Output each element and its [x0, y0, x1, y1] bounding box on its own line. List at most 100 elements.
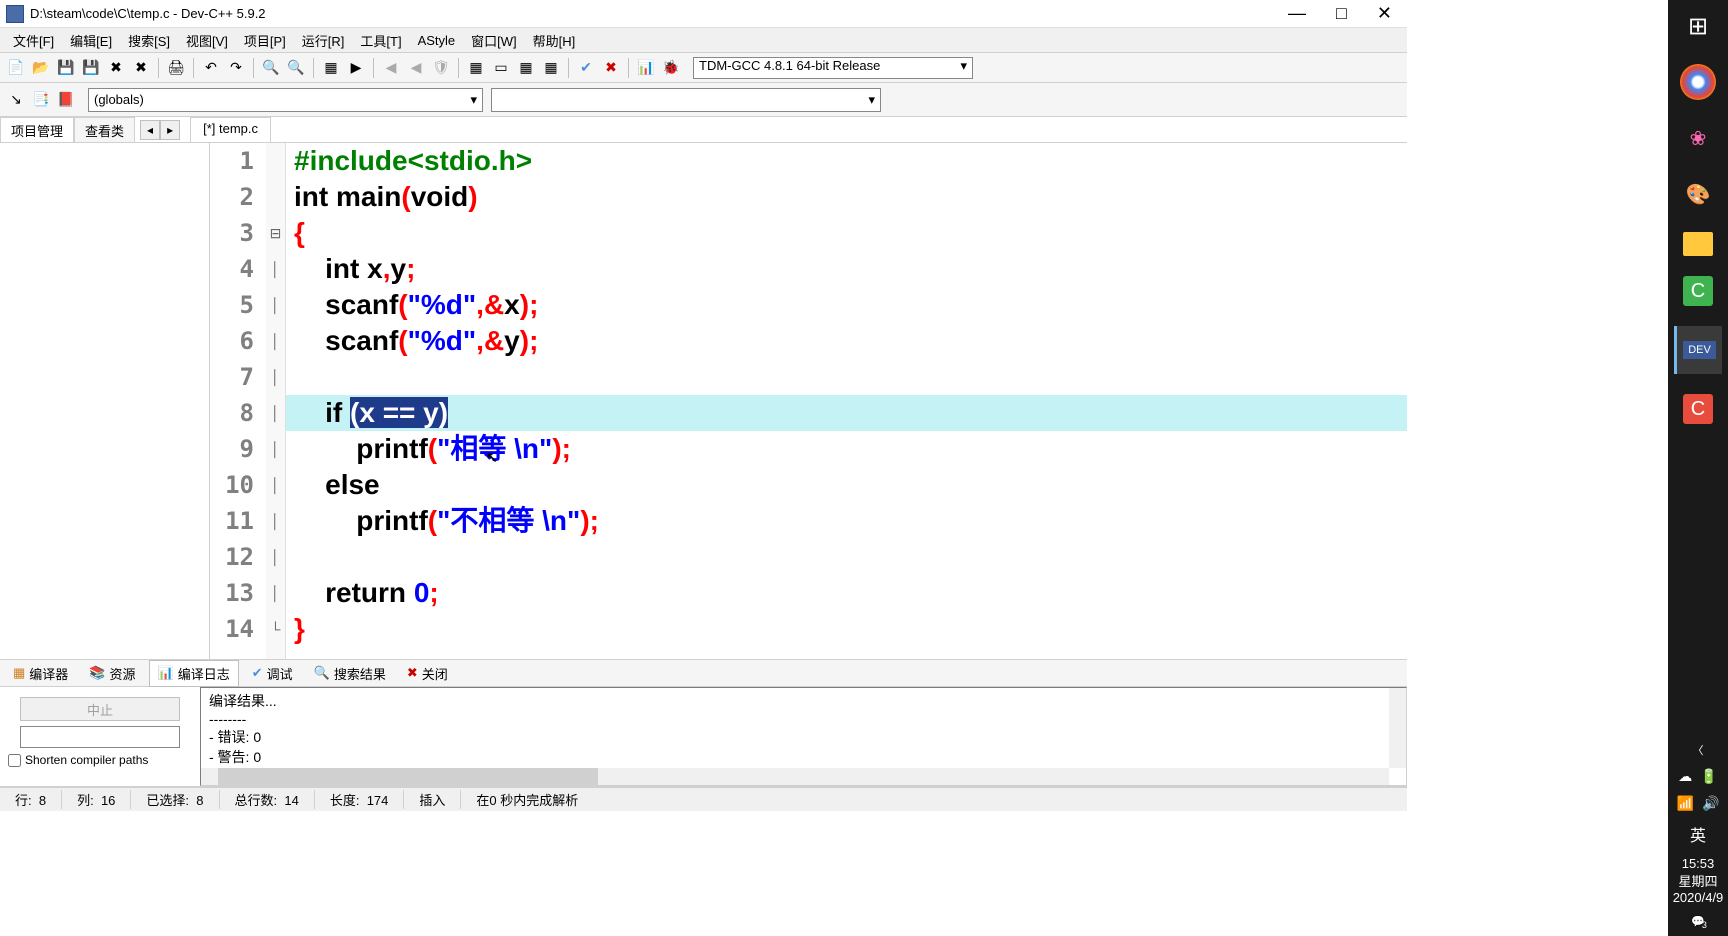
maximize-button[interactable]: □	[1336, 3, 1347, 24]
menu-tools[interactable]: 工具[T]	[352, 28, 409, 53]
code-text: (	[428, 505, 437, 536]
symbols-dropdown[interactable]: ▾	[491, 88, 881, 112]
status-parse-time: 在0 秒内完成解析	[461, 790, 593, 809]
menu-edit[interactable]: 编辑[E]	[62, 28, 120, 53]
tab-class-view[interactable]: 查看类	[74, 117, 135, 142]
menu-file[interactable]: 文件[F]	[5, 28, 62, 53]
open-file-icon[interactable]: 📂	[30, 57, 52, 79]
tab-project[interactable]: 项目管理	[0, 117, 74, 142]
wifi-icon[interactable]: 📶	[1677, 795, 1694, 812]
line-number: 4	[210, 251, 254, 287]
tab-search-results[interactable]: 🔍搜索结果	[306, 661, 394, 686]
volume-icon[interactable]: 🔊	[1702, 795, 1719, 812]
compile-input[interactable]	[20, 726, 180, 748]
battery-icon[interactable]: 🔋	[1700, 768, 1717, 785]
code-text: scanf	[294, 289, 398, 320]
recorder-icon[interactable]: C	[1683, 394, 1713, 424]
code-text	[406, 577, 414, 608]
menu-view[interactable]: 视图[V]	[178, 28, 236, 53]
devcpp-taskbar-icon[interactable]: DEV	[1674, 326, 1722, 374]
horizontal-scrollbar[interactable]	[201, 768, 1389, 785]
bookmark-icon[interactable]: 🛡	[430, 57, 452, 79]
check-icon[interactable]: ✔	[575, 57, 597, 79]
cancel-icon[interactable]: ✖	[600, 57, 622, 79]
tab-close[interactable]: ✖关闭	[399, 661, 456, 686]
code-text: return	[325, 577, 406, 608]
goto-icon[interactable]: ↘	[5, 89, 27, 111]
nav-fwd-icon[interactable]: ◀	[405, 57, 427, 79]
line-number: 11	[210, 503, 254, 539]
notifications-icon[interactable]: 💬3	[1691, 915, 1705, 928]
tab-nav-right[interactable]: ▸	[160, 120, 180, 140]
book-icon[interactable]: 📕	[55, 89, 77, 111]
tab-compiler[interactable]: ▦编译器	[5, 661, 76, 686]
code-text: ;	[429, 577, 438, 608]
print-icon[interactable]: 🖨	[165, 57, 187, 79]
tab-debug[interactable]: ✔调试	[244, 661, 301, 686]
start-button[interactable]: ⊞	[1680, 8, 1716, 44]
menu-astyle[interactable]: AStyle	[410, 30, 464, 51]
menu-search[interactable]: 搜索[S]	[120, 28, 178, 53]
run-icon[interactable]: ▶	[345, 57, 367, 79]
output-line: 编译结果...	[209, 691, 1398, 711]
marker-icon[interactable]: 📑	[30, 89, 52, 111]
close-file-icon[interactable]: ✖	[105, 57, 127, 79]
grid1-icon[interactable]: ▦	[465, 57, 487, 79]
undo-icon[interactable]: ↶	[200, 57, 222, 79]
close-button[interactable]: ✕	[1377, 3, 1392, 24]
tab-resources[interactable]: 📚资源	[81, 661, 143, 686]
chrome-icon[interactable]	[1680, 64, 1716, 100]
code-area[interactable]: #include<stdio.h> int main(void) { int x…	[286, 143, 1407, 659]
explorer-icon[interactable]	[1683, 232, 1713, 256]
windows-taskbar: ⊞ ❀ 🎨 C DEV C 〈 ☁ 🔋 📶 🔊 英 15:53 星期四 2020…	[1668, 0, 1728, 936]
menu-project[interactable]: 项目[P]	[236, 28, 294, 53]
grid3-icon[interactable]: ▦	[515, 57, 537, 79]
stop-button[interactable]: 中止	[20, 697, 180, 721]
fold-toggle[interactable]: ⊟	[266, 215, 285, 251]
onedrive-icon[interactable]: ☁	[1678, 768, 1692, 785]
save-icon[interactable]: 💾	[55, 57, 77, 79]
language-indicator[interactable]: 英	[1690, 822, 1706, 846]
tab-compile-log[interactable]: 📊编译日志	[149, 660, 239, 687]
menu-window[interactable]: 窗口[W]	[463, 28, 525, 53]
app-icon[interactable]: ❀	[1680, 120, 1716, 156]
compiler-dropdown[interactable]: TDM-GCC 4.8.1 64-bit Release ▾	[693, 57, 973, 79]
code-text	[294, 397, 325, 428]
replace-icon[interactable]: 🔍	[285, 57, 307, 79]
find-icon[interactable]: 🔍	[260, 57, 282, 79]
camtasia-icon[interactable]: C	[1683, 276, 1713, 306]
code-editor[interactable]: 1 2 3 4 5 6 7 8 9 10 11 12 13 14 ⊟ │││ │…	[210, 143, 1407, 659]
grid4-icon[interactable]: ▦	[540, 57, 562, 79]
chart-icon[interactable]: 📊	[635, 57, 657, 79]
code-text: x	[504, 289, 520, 320]
paint-icon[interactable]: 🎨	[1680, 176, 1716, 212]
code-text: int	[325, 253, 359, 284]
project-sidebar[interactable]	[0, 143, 210, 659]
tray-expand-icon[interactable]: 〈	[1692, 742, 1703, 758]
code-text	[294, 577, 325, 608]
compile-icon[interactable]: ▦	[320, 57, 342, 79]
tab-nav-left[interactable]: ◂	[140, 120, 160, 140]
system-tray: 〈 ☁ 🔋 📶 🔊 英 15:53 星期四 2020/4/9 💬3	[1673, 742, 1724, 936]
code-text: );	[580, 505, 599, 536]
grid2-icon[interactable]: ▭	[490, 57, 512, 79]
menu-run[interactable]: 运行[R]	[294, 28, 353, 53]
status-column: 列: 16	[62, 790, 131, 809]
globals-dropdown[interactable]: (globals) ▾	[88, 88, 483, 112]
vertical-scrollbar[interactable]	[1389, 688, 1406, 768]
code-text: }	[294, 613, 305, 644]
clock[interactable]: 15:53 星期四 2020/4/9	[1673, 856, 1724, 905]
bug-icon[interactable]: 🐞	[660, 57, 682, 79]
menu-help[interactable]: 帮助[H]	[525, 28, 584, 53]
nav-back-icon[interactable]: ◀	[380, 57, 402, 79]
output-line: --------	[209, 711, 1398, 727]
save-all-icon[interactable]: 💾	[80, 57, 102, 79]
file-tab-temp-c[interactable]: [*] temp.c	[190, 117, 271, 142]
compile-output[interactable]: 编译结果... -------- - 错误: 0 - 警告: 0	[200, 687, 1407, 786]
redo-icon[interactable]: ↷	[225, 57, 247, 79]
new-file-icon[interactable]: 📄	[5, 57, 27, 79]
shorten-paths-checkbox[interactable]: Shorten compiler paths	[8, 753, 192, 767]
code-text	[294, 469, 325, 500]
minimize-button[interactable]: —	[1288, 3, 1306, 24]
close-all-icon[interactable]: ✖	[130, 57, 152, 79]
